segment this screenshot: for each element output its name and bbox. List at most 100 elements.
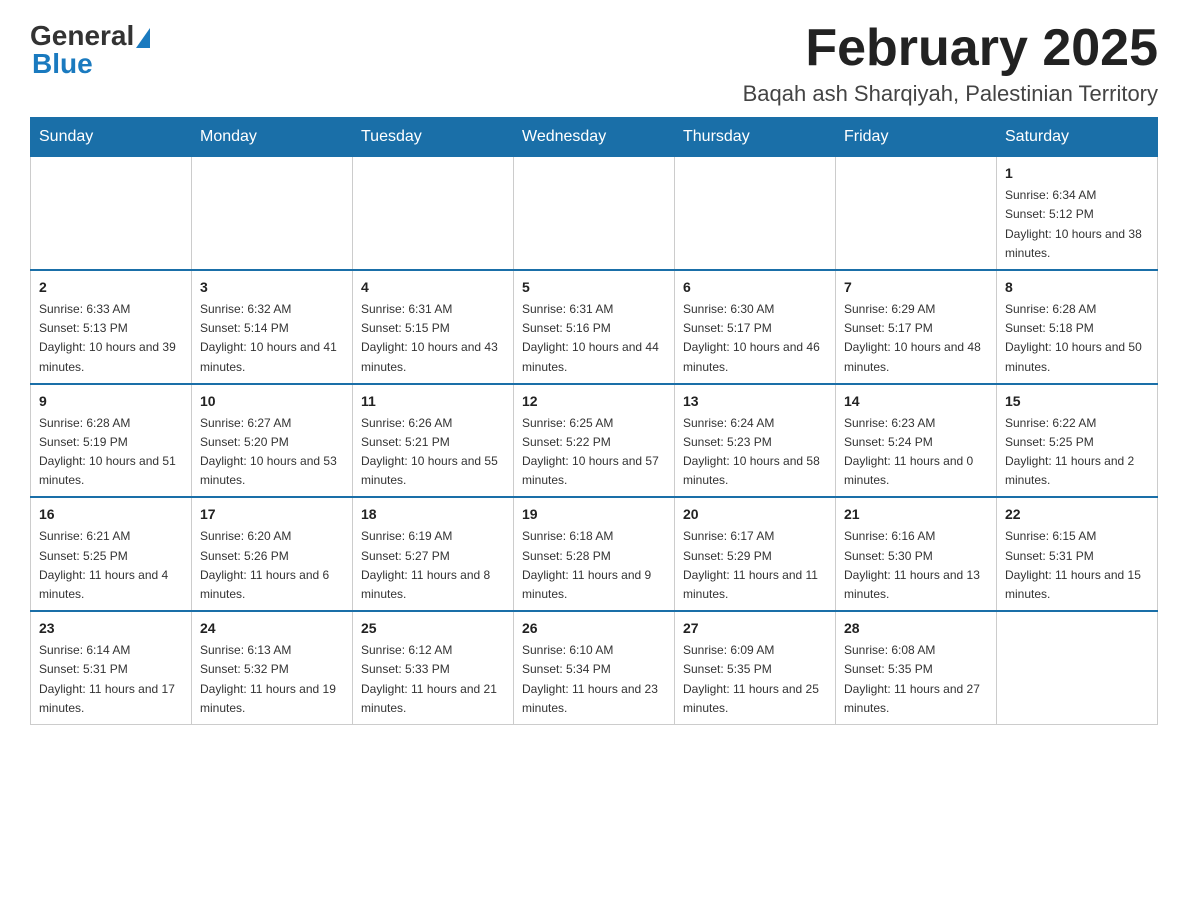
calendar-cell: 2Sunrise: 6:33 AMSunset: 5:13 PMDaylight… bbox=[31, 270, 192, 384]
day-info: Sunrise: 6:26 AMSunset: 5:21 PMDaylight:… bbox=[361, 414, 505, 491]
calendar-cell: 7Sunrise: 6:29 AMSunset: 5:17 PMDaylight… bbox=[836, 270, 997, 384]
calendar-cell bbox=[675, 157, 836, 270]
calendar-cell: 26Sunrise: 6:10 AMSunset: 5:34 PMDayligh… bbox=[514, 611, 675, 724]
logo-blue-text: Blue bbox=[32, 48, 93, 80]
day-info: Sunrise: 6:20 AMSunset: 5:26 PMDaylight:… bbox=[200, 527, 344, 604]
header-wednesday: Wednesday bbox=[514, 118, 675, 157]
day-info: Sunrise: 6:34 AMSunset: 5:12 PMDaylight:… bbox=[1005, 186, 1149, 263]
day-number: 16 bbox=[39, 504, 183, 525]
day-number: 14 bbox=[844, 391, 988, 412]
day-number: 22 bbox=[1005, 504, 1149, 525]
calendar-cell bbox=[353, 157, 514, 270]
day-number: 5 bbox=[522, 277, 666, 298]
title-block: February 2025 Baqah ash Sharqiyah, Pales… bbox=[743, 20, 1158, 107]
day-number: 11 bbox=[361, 391, 505, 412]
day-info: Sunrise: 6:27 AMSunset: 5:20 PMDaylight:… bbox=[200, 414, 344, 491]
calendar-cell: 20Sunrise: 6:17 AMSunset: 5:29 PMDayligh… bbox=[675, 497, 836, 611]
day-info: Sunrise: 6:14 AMSunset: 5:31 PMDaylight:… bbox=[39, 641, 183, 718]
day-info: Sunrise: 6:18 AMSunset: 5:28 PMDaylight:… bbox=[522, 527, 666, 604]
calendar-cell: 28Sunrise: 6:08 AMSunset: 5:35 PMDayligh… bbox=[836, 611, 997, 724]
header-saturday: Saturday bbox=[997, 118, 1158, 157]
calendar-cell: 15Sunrise: 6:22 AMSunset: 5:25 PMDayligh… bbox=[997, 384, 1158, 498]
day-info: Sunrise: 6:13 AMSunset: 5:32 PMDaylight:… bbox=[200, 641, 344, 718]
calendar-cell: 27Sunrise: 6:09 AMSunset: 5:35 PMDayligh… bbox=[675, 611, 836, 724]
day-number: 27 bbox=[683, 618, 827, 639]
calendar-cell: 8Sunrise: 6:28 AMSunset: 5:18 PMDaylight… bbox=[997, 270, 1158, 384]
calendar-cell bbox=[31, 157, 192, 270]
day-number: 4 bbox=[361, 277, 505, 298]
calendar-cell bbox=[836, 157, 997, 270]
calendar-cell: 19Sunrise: 6:18 AMSunset: 5:28 PMDayligh… bbox=[514, 497, 675, 611]
day-number: 12 bbox=[522, 391, 666, 412]
day-info: Sunrise: 6:31 AMSunset: 5:15 PMDaylight:… bbox=[361, 300, 505, 377]
day-info: Sunrise: 6:17 AMSunset: 5:29 PMDaylight:… bbox=[683, 527, 827, 604]
day-info: Sunrise: 6:09 AMSunset: 5:35 PMDaylight:… bbox=[683, 641, 827, 718]
calendar-cell: 16Sunrise: 6:21 AMSunset: 5:25 PMDayligh… bbox=[31, 497, 192, 611]
day-info: Sunrise: 6:08 AMSunset: 5:35 PMDaylight:… bbox=[844, 641, 988, 718]
page-header: General Blue February 2025 Baqah ash Sha… bbox=[30, 20, 1158, 107]
calendar-cell: 5Sunrise: 6:31 AMSunset: 5:16 PMDaylight… bbox=[514, 270, 675, 384]
day-info: Sunrise: 6:33 AMSunset: 5:13 PMDaylight:… bbox=[39, 300, 183, 377]
day-number: 17 bbox=[200, 504, 344, 525]
day-info: Sunrise: 6:23 AMSunset: 5:24 PMDaylight:… bbox=[844, 414, 988, 491]
calendar-cell bbox=[192, 157, 353, 270]
calendar-week-2: 2Sunrise: 6:33 AMSunset: 5:13 PMDaylight… bbox=[31, 270, 1158, 384]
day-info: Sunrise: 6:21 AMSunset: 5:25 PMDaylight:… bbox=[39, 527, 183, 604]
calendar-cell: 1Sunrise: 6:34 AMSunset: 5:12 PMDaylight… bbox=[997, 157, 1158, 270]
day-number: 1 bbox=[1005, 163, 1149, 184]
day-info: Sunrise: 6:32 AMSunset: 5:14 PMDaylight:… bbox=[200, 300, 344, 377]
calendar-cell: 12Sunrise: 6:25 AMSunset: 5:22 PMDayligh… bbox=[514, 384, 675, 498]
day-number: 24 bbox=[200, 618, 344, 639]
day-info: Sunrise: 6:28 AMSunset: 5:18 PMDaylight:… bbox=[1005, 300, 1149, 377]
calendar-cell: 24Sunrise: 6:13 AMSunset: 5:32 PMDayligh… bbox=[192, 611, 353, 724]
day-number: 19 bbox=[522, 504, 666, 525]
day-number: 20 bbox=[683, 504, 827, 525]
calendar-cell bbox=[514, 157, 675, 270]
calendar-cell: 6Sunrise: 6:30 AMSunset: 5:17 PMDaylight… bbox=[675, 270, 836, 384]
calendar-title: February 2025 bbox=[743, 20, 1158, 77]
day-info: Sunrise: 6:12 AMSunset: 5:33 PMDaylight:… bbox=[361, 641, 505, 718]
header-monday: Monday bbox=[192, 118, 353, 157]
day-number: 10 bbox=[200, 391, 344, 412]
calendar-cell: 17Sunrise: 6:20 AMSunset: 5:26 PMDayligh… bbox=[192, 497, 353, 611]
calendar-week-5: 23Sunrise: 6:14 AMSunset: 5:31 PMDayligh… bbox=[31, 611, 1158, 724]
calendar-week-3: 9Sunrise: 6:28 AMSunset: 5:19 PMDaylight… bbox=[31, 384, 1158, 498]
calendar-cell bbox=[997, 611, 1158, 724]
day-number: 26 bbox=[522, 618, 666, 639]
day-number: 15 bbox=[1005, 391, 1149, 412]
calendar-cell: 10Sunrise: 6:27 AMSunset: 5:20 PMDayligh… bbox=[192, 384, 353, 498]
calendar-cell: 13Sunrise: 6:24 AMSunset: 5:23 PMDayligh… bbox=[675, 384, 836, 498]
calendar-cell: 3Sunrise: 6:32 AMSunset: 5:14 PMDaylight… bbox=[192, 270, 353, 384]
day-number: 23 bbox=[39, 618, 183, 639]
calendar-cell: 18Sunrise: 6:19 AMSunset: 5:27 PMDayligh… bbox=[353, 497, 514, 611]
day-number: 3 bbox=[200, 277, 344, 298]
day-info: Sunrise: 6:29 AMSunset: 5:17 PMDaylight:… bbox=[844, 300, 988, 377]
calendar-cell: 23Sunrise: 6:14 AMSunset: 5:31 PMDayligh… bbox=[31, 611, 192, 724]
header-friday: Friday bbox=[836, 118, 997, 157]
day-info: Sunrise: 6:15 AMSunset: 5:31 PMDaylight:… bbox=[1005, 527, 1149, 604]
calendar-cell: 25Sunrise: 6:12 AMSunset: 5:33 PMDayligh… bbox=[353, 611, 514, 724]
calendar-week-4: 16Sunrise: 6:21 AMSunset: 5:25 PMDayligh… bbox=[31, 497, 1158, 611]
day-number: 28 bbox=[844, 618, 988, 639]
calendar-header-row: SundayMondayTuesdayWednesdayThursdayFrid… bbox=[31, 118, 1158, 157]
day-info: Sunrise: 6:31 AMSunset: 5:16 PMDaylight:… bbox=[522, 300, 666, 377]
day-info: Sunrise: 6:22 AMSunset: 5:25 PMDaylight:… bbox=[1005, 414, 1149, 491]
day-number: 7 bbox=[844, 277, 988, 298]
calendar-cell: 14Sunrise: 6:23 AMSunset: 5:24 PMDayligh… bbox=[836, 384, 997, 498]
day-number: 13 bbox=[683, 391, 827, 412]
calendar-table: SundayMondayTuesdayWednesdayThursdayFrid… bbox=[30, 117, 1158, 725]
day-number: 18 bbox=[361, 504, 505, 525]
day-number: 6 bbox=[683, 277, 827, 298]
calendar-subtitle: Baqah ash Sharqiyah, Palestinian Territo… bbox=[743, 81, 1158, 107]
header-tuesday: Tuesday bbox=[353, 118, 514, 157]
calendar-week-1: 1Sunrise: 6:34 AMSunset: 5:12 PMDaylight… bbox=[31, 157, 1158, 270]
day-info: Sunrise: 6:25 AMSunset: 5:22 PMDaylight:… bbox=[522, 414, 666, 491]
header-thursday: Thursday bbox=[675, 118, 836, 157]
calendar-cell: 22Sunrise: 6:15 AMSunset: 5:31 PMDayligh… bbox=[997, 497, 1158, 611]
day-number: 8 bbox=[1005, 277, 1149, 298]
logo: General Blue bbox=[30, 20, 150, 80]
calendar-cell: 4Sunrise: 6:31 AMSunset: 5:15 PMDaylight… bbox=[353, 270, 514, 384]
day-number: 21 bbox=[844, 504, 988, 525]
day-info: Sunrise: 6:30 AMSunset: 5:17 PMDaylight:… bbox=[683, 300, 827, 377]
calendar-cell: 21Sunrise: 6:16 AMSunset: 5:30 PMDayligh… bbox=[836, 497, 997, 611]
